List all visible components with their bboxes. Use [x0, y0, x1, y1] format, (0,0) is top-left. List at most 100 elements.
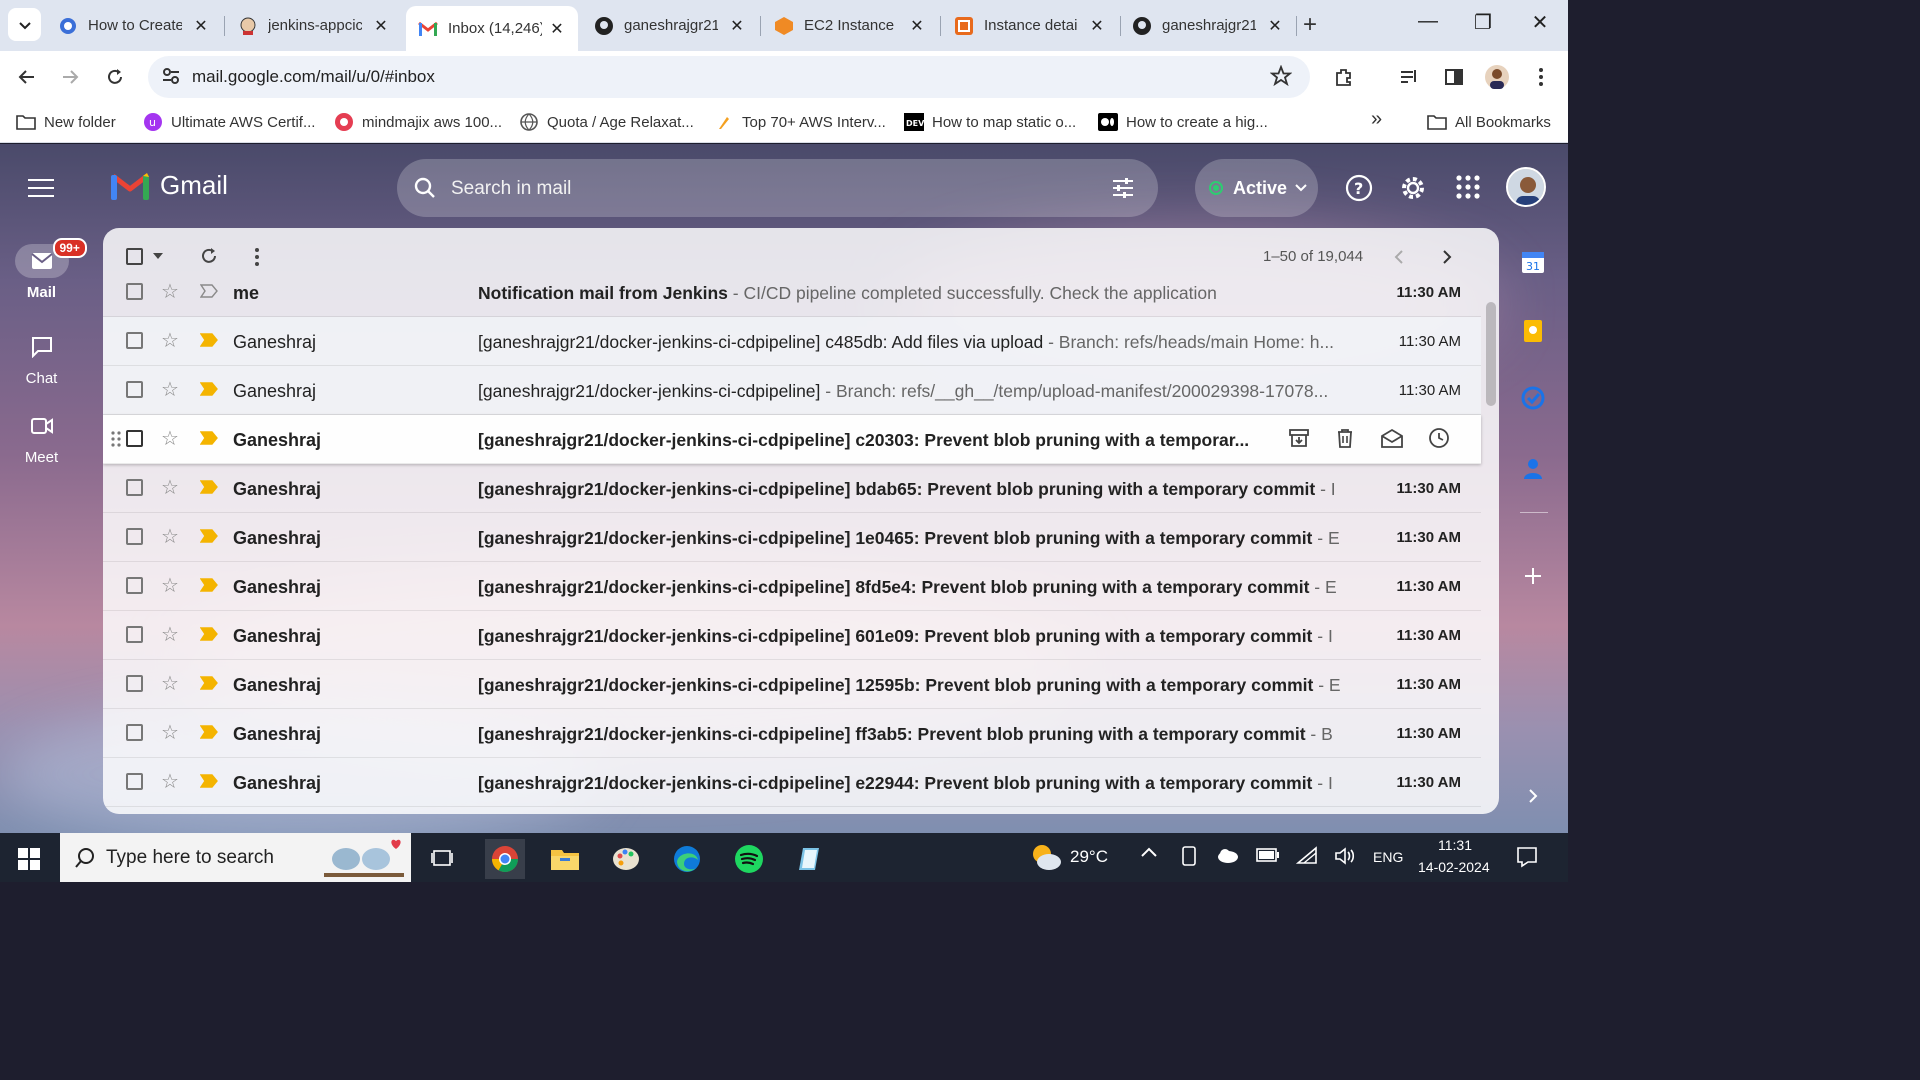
importance-marker-icon[interactable]: [200, 480, 218, 494]
bookmark-item[interactable]: Quota / Age Relaxat...: [519, 112, 694, 132]
star-icon[interactable]: ☆: [161, 426, 179, 451]
add-icon[interactable]: [1521, 564, 1545, 593]
weather-temperature[interactable]: 29°C: [1070, 847, 1108, 867]
archive-icon[interactable]: [1288, 427, 1310, 449]
settings-gear-icon[interactable]: [1399, 174, 1427, 202]
row-checkbox[interactable]: [126, 724, 143, 741]
row-checkbox[interactable]: [126, 675, 143, 692]
account-avatar[interactable]: [1506, 167, 1546, 207]
email-row[interactable]: ☆ me Notification mail from Jenkins - CI/C…: [103, 268, 1481, 317]
calendar-icon[interactable]: 31: [1521, 250, 1545, 279]
bookmark-item[interactable]: mindmajix aws 100...: [334, 112, 502, 132]
bookmark-item[interactable]: u Ultimate AWS Certif...: [143, 112, 315, 132]
tab-search-button[interactable]: [8, 8, 41, 41]
volume-icon[interactable]: [1334, 846, 1356, 870]
star-icon[interactable]: ☆: [161, 524, 179, 549]
select-all-checkbox[interactable]: [126, 248, 143, 265]
importance-marker-icon[interactable]: [200, 382, 218, 396]
email-row[interactable]: ☆ Ganeshraj [ganeshrajgr21/docker-jenkins-…: [103, 562, 1481, 611]
reload-icon[interactable]: [101, 63, 129, 91]
search-input[interactable]: Search in mail: [451, 178, 571, 200]
delete-icon[interactable]: [1334, 427, 1356, 449]
email-row[interactable]: ☆ Ganeshraj [ganeshrajgr21/docker-jenkins-…: [103, 660, 1481, 709]
google-apps-icon[interactable]: [1455, 174, 1481, 200]
profile-avatar[interactable]: [1483, 63, 1511, 91]
new-tab-icon[interactable]: +: [1303, 12, 1317, 38]
older-page-icon[interactable]: [1441, 249, 1453, 265]
rail-item-meet[interactable]: Meet: [0, 409, 83, 466]
row-checkbox[interactable]: [126, 773, 143, 790]
newer-page-icon[interactable]: [1393, 249, 1405, 265]
windows-start-icon[interactable]: [18, 848, 40, 875]
row-checkbox[interactable]: [126, 381, 143, 398]
importance-marker-icon[interactable]: [200, 431, 218, 445]
star-icon[interactable]: ☆: [161, 671, 179, 696]
importance-marker-icon[interactable]: [200, 725, 218, 739]
address-bar[interactable]: mail.google.com/mail/u/0/#inbox: [148, 56, 1310, 98]
star-icon[interactable]: ☆: [161, 279, 179, 304]
taskbar-search-input[interactable]: Type here to search: [106, 847, 274, 869]
browser-tab[interactable]: ganeshrajgr21 ✕: [1120, 6, 1296, 45]
search-options-icon[interactable]: [1111, 176, 1135, 200]
weather-sun-cloud-icon[interactable]: [1028, 841, 1062, 878]
star-icon[interactable]: ☆: [161, 328, 179, 353]
importance-marker-icon[interactable]: [200, 676, 218, 690]
chrome-taskbar-icon[interactable]: [485, 839, 525, 879]
minimize-icon[interactable]: —: [1408, 10, 1448, 33]
gmail-logo[interactable]: Gmail: [110, 170, 228, 201]
browser-tab-active[interactable]: Inbox (14,246) ✕: [406, 6, 578, 51]
email-row[interactable]: ☆ Ganeshraj [ganeshrajgr21/docker-jenkins-…: [103, 317, 1481, 366]
browser-tab[interactable]: How to Create ✕: [46, 6, 222, 45]
more-vert-icon[interactable]: [254, 247, 260, 267]
close-window-icon[interactable]: ✕: [1520, 10, 1560, 35]
browser-menu-icon[interactable]: [1527, 63, 1555, 91]
contacts-icon[interactable]: [1521, 456, 1545, 485]
importance-marker-icon[interactable]: [200, 774, 218, 788]
email-row[interactable]: ☆ Ganeshraj [ganeshrajgr21/docker-jenkins-…: [103, 464, 1481, 513]
side-panel-icon[interactable]: [1440, 63, 1468, 91]
star-icon[interactable]: ☆: [161, 475, 179, 500]
status-selector[interactable]: Active: [1195, 159, 1318, 217]
close-tab-icon[interactable]: ✕: [192, 16, 210, 36]
email-row[interactable]: ☆ Ganeshraj [ganeshrajgr21/docker-jenkins-…: [103, 709, 1481, 758]
help-icon[interactable]: ?: [1345, 174, 1373, 202]
importance-marker-icon[interactable]: [200, 627, 218, 641]
drag-handle-icon[interactable]: [111, 431, 121, 447]
edge-icon[interactable]: [667, 839, 707, 879]
paint-icon[interactable]: [606, 839, 646, 879]
row-checkbox[interactable]: [126, 283, 143, 300]
rail-item-chat[interactable]: Chat: [0, 330, 83, 387]
rail-item-mail[interactable]: 99+ Mail: [0, 238, 87, 301]
snooze-icon[interactable]: [1428, 427, 1450, 449]
wifi-icon[interactable]: [1295, 846, 1318, 870]
site-info-icon[interactable]: [160, 65, 182, 92]
row-checkbox[interactable]: [126, 577, 143, 594]
close-tab-icon[interactable]: ✕: [548, 19, 566, 39]
keep-icon[interactable]: [1521, 319, 1545, 348]
star-icon[interactable]: ☆: [161, 377, 179, 402]
show-hidden-icons-icon[interactable]: [1140, 845, 1158, 863]
close-tab-icon[interactable]: ✕: [1266, 16, 1284, 36]
forward-icon[interactable]: [56, 63, 84, 91]
chevron-right-icon[interactable]: [1527, 788, 1539, 809]
restore-icon[interactable]: ❐: [1463, 10, 1503, 35]
mark-unread-icon[interactable]: [1380, 427, 1404, 449]
media-controls-icon[interactable]: [1395, 63, 1423, 91]
bookmarks-overflow-button[interactable]: »: [1371, 108, 1382, 131]
email-row[interactable]: ☆ Ganeshraj [ganeshrajgr21/docker-jenkins-…: [103, 415, 1481, 464]
mail-search-bar[interactable]: Search in mail: [397, 159, 1158, 217]
bookmark-item[interactable]: New folder: [16, 112, 116, 132]
onedrive-cloud-icon[interactable]: [1216, 847, 1240, 867]
back-icon[interactable]: [13, 63, 41, 91]
row-checkbox[interactable]: [126, 430, 143, 447]
main-menu-icon[interactable]: [28, 179, 54, 203]
bookmark-star-icon[interactable]: [1269, 64, 1293, 92]
email-row[interactable]: ☆ Ganeshraj [ganeshrajgr21/docker-jenkins-…: [103, 366, 1481, 415]
importance-marker-icon[interactable]: [200, 333, 218, 347]
close-tab-icon[interactable]: ✕: [908, 16, 926, 36]
email-row[interactable]: ☆ Ganeshraj [ganeshrajgr21/docker-jenkins-…: [103, 758, 1481, 807]
all-bookmarks-button[interactable]: All Bookmarks: [1427, 112, 1551, 132]
chevron-down-icon[interactable]: [153, 253, 163, 261]
bookmark-item[interactable]: Top 70+ AWS Interv...: [714, 112, 886, 132]
row-checkbox[interactable]: [126, 528, 143, 545]
